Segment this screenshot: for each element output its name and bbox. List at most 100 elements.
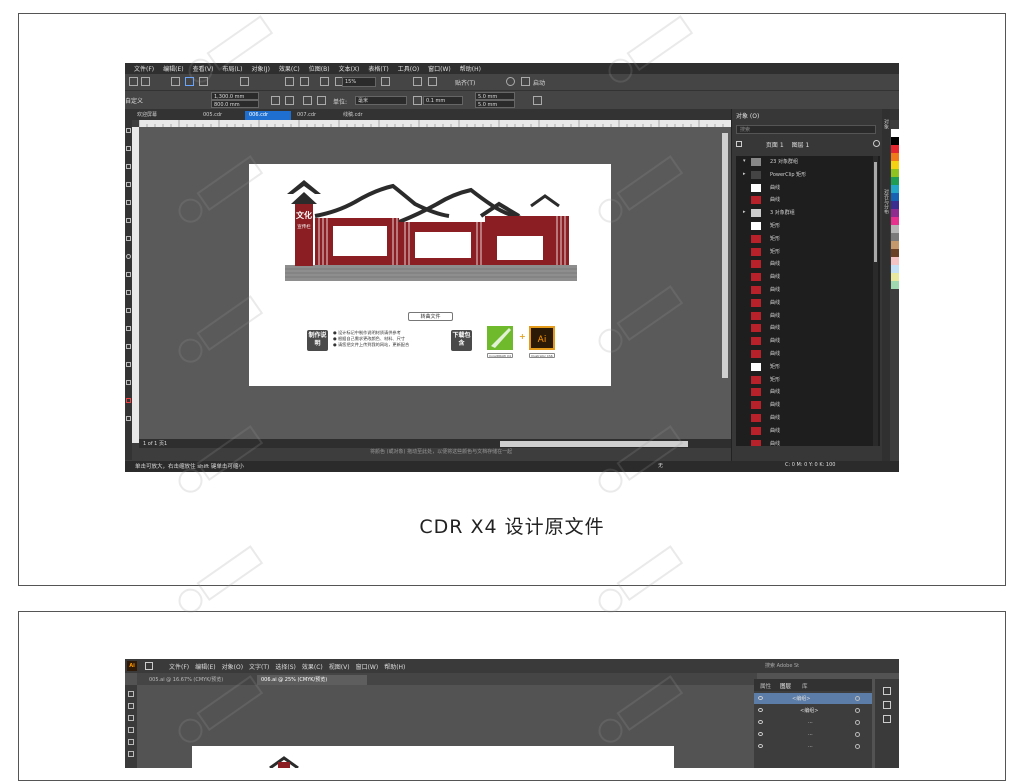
panel-tab[interactable]: 属性 <box>760 682 771 690</box>
brush-tool-icon[interactable] <box>128 727 134 733</box>
table-tool-icon[interactable] <box>126 308 131 313</box>
document-tab[interactable]: 006.cdr <box>245 111 291 120</box>
document-tab[interactable]: 005.cdr <box>199 111 243 120</box>
color-swatch[interactable] <box>891 161 899 169</box>
dimension-tool-icon[interactable] <box>126 326 131 331</box>
color-swatch[interactable] <box>891 145 899 153</box>
menu-item[interactable]: 帮助(H) <box>384 662 405 671</box>
visibility-eye-icon[interactable] <box>758 744 763 748</box>
document-tab[interactable]: 007.cdr <box>293 111 337 120</box>
gear-icon[interactable] <box>873 140 880 147</box>
selection-tool-icon[interactable] <box>128 691 134 697</box>
page-width-field[interactable]: 1,300.0 mm <box>211 92 259 100</box>
pen-tool-icon[interactable] <box>128 715 134 721</box>
document-tab[interactable]: 欢迎屏幕 <box>133 111 197 120</box>
color-swatch[interactable] <box>891 169 899 177</box>
object-list-item[interactable]: ▸ PowerClip 矩形 <box>736 169 876 182</box>
gear-icon[interactable] <box>506 77 515 86</box>
menu-item[interactable]: 帮助(H) <box>460 64 481 73</box>
landscape-icon[interactable] <box>285 96 294 105</box>
color-swatch[interactable] <box>891 185 899 193</box>
panel-tab[interactable]: 库 <box>802 682 808 690</box>
visibility-eye-icon[interactable] <box>758 720 763 724</box>
canvas-vertical-scrollbar[interactable] <box>722 133 728 378</box>
menu-item[interactable]: 视图(V) <box>329 662 350 671</box>
object-list-item[interactable]: 曲线 <box>736 425 876 438</box>
object-list-item[interactable]: 曲线 <box>736 438 876 446</box>
grid-icon[interactable] <box>428 77 437 86</box>
treat-as-filled-icon[interactable] <box>533 96 542 105</box>
page-height-field[interactable]: 800.0 mm <box>211 100 259 108</box>
home-icon[interactable] <box>145 662 153 670</box>
color-swatch[interactable] <box>891 281 899 289</box>
connector-tool-icon[interactable] <box>126 344 131 349</box>
pencil-tool-icon[interactable] <box>128 751 134 757</box>
expand-arrow-icon[interactable]: ▸ <box>743 209 746 215</box>
layers-icon[interactable] <box>736 141 742 147</box>
object-tree-scrollbar[interactable] <box>873 156 878 446</box>
import-icon[interactable] <box>320 77 329 86</box>
launch-icon[interactable] <box>521 77 530 86</box>
target-circle-icon[interactable] <box>855 732 860 737</box>
object-search-input[interactable]: 搜索 <box>736 125 876 134</box>
color-swatch[interactable] <box>891 137 899 145</box>
visibility-eye-icon[interactable] <box>758 708 763 712</box>
visibility-eye-icon[interactable] <box>758 732 763 736</box>
properties-icon[interactable] <box>883 687 891 695</box>
target-circle-icon[interactable] <box>855 720 860 725</box>
color-swatch[interactable] <box>891 225 899 233</box>
menu-item[interactable]: 文本(X) <box>339 64 360 73</box>
layers-icon[interactable] <box>883 701 891 709</box>
object-list-item[interactable]: 曲线 <box>736 194 876 207</box>
object-list-item[interactable]: 曲线 <box>736 386 876 399</box>
menu-item[interactable]: 窗口(W) <box>428 64 451 73</box>
object-list-item[interactable]: 曲线 <box>736 271 876 284</box>
object-list-item[interactable]: 矩形 <box>736 246 876 259</box>
layer-row[interactable]: <编组> <box>754 705 872 716</box>
direct-selection-tool-icon[interactable] <box>128 703 134 709</box>
page-navigator[interactable]: 1 of 1 页1 <box>143 440 167 447</box>
document-tab[interactable]: 线稿.cdr <box>339 111 387 120</box>
layer-row[interactable]: ... <box>754 741 872 752</box>
object-list-item[interactable]: 矩形 <box>736 220 876 233</box>
target-circle-icon[interactable] <box>855 696 860 701</box>
object-tree-scroll-thumb[interactable] <box>874 162 877 262</box>
layer-row[interactable]: ... <box>754 729 872 740</box>
convert-to-curves-button[interactable]: 转曲文件 <box>408 312 453 321</box>
object-list-item[interactable]: 曲线 <box>736 412 876 425</box>
menu-item[interactable]: 选择(S) <box>275 662 296 671</box>
object-list-item[interactable]: 矩形 <box>736 374 876 387</box>
all-pages-icon[interactable] <box>303 96 312 105</box>
snap-to-dropdown[interactable]: 贴齐(T) <box>455 78 475 87</box>
duplicate-x-field[interactable]: 5.0 mm <box>475 92 515 100</box>
undo-icon[interactable] <box>285 77 294 86</box>
rulers-icon[interactable] <box>413 77 422 86</box>
menu-item[interactable]: 位图(B) <box>309 64 330 73</box>
open-file-icon[interactable] <box>141 77 150 86</box>
target-circle-icon[interactable] <box>855 744 860 749</box>
object-list-item[interactable]: 曲线 <box>736 284 876 297</box>
color-swatch[interactable] <box>891 249 899 257</box>
pick-tool-icon[interactable] <box>126 128 131 133</box>
object-list-item[interactable]: 曲线 <box>736 322 876 335</box>
menu-item[interactable]: 文件(F) <box>134 64 154 73</box>
object-list-item[interactable]: ▾ 23 对象群组 <box>736 156 876 169</box>
blend-tool-icon[interactable] <box>126 362 131 367</box>
menu-item[interactable]: 对象(O) <box>222 662 243 671</box>
freehand-tool-icon[interactable] <box>126 200 131 205</box>
ellipse-tool-icon[interactable] <box>126 254 131 259</box>
object-list-item[interactable]: 曲线 <box>736 348 876 361</box>
layer-row[interactable]: <编组> <box>754 693 872 704</box>
duplicate-y-field[interactable]: 5.0 mm <box>475 100 515 108</box>
page-preset-dropdown[interactable]: 自定义 <box>125 96 143 105</box>
color-swatch[interactable] <box>891 273 899 281</box>
menu-item[interactable]: 文件(F) <box>169 662 189 671</box>
visibility-eye-icon[interactable] <box>758 696 763 700</box>
color-swatch[interactable] <box>891 233 899 241</box>
page-label[interactable]: 页面 1 <box>766 142 784 149</box>
shape-tool-icon[interactable] <box>126 146 131 151</box>
menu-item[interactable]: 表格(T) <box>368 64 388 73</box>
object-list-item[interactable]: 曲线 <box>736 335 876 348</box>
menu-item[interactable]: 效果(C) <box>302 662 323 671</box>
launch-dropdown[interactable]: 启动 <box>533 78 545 87</box>
